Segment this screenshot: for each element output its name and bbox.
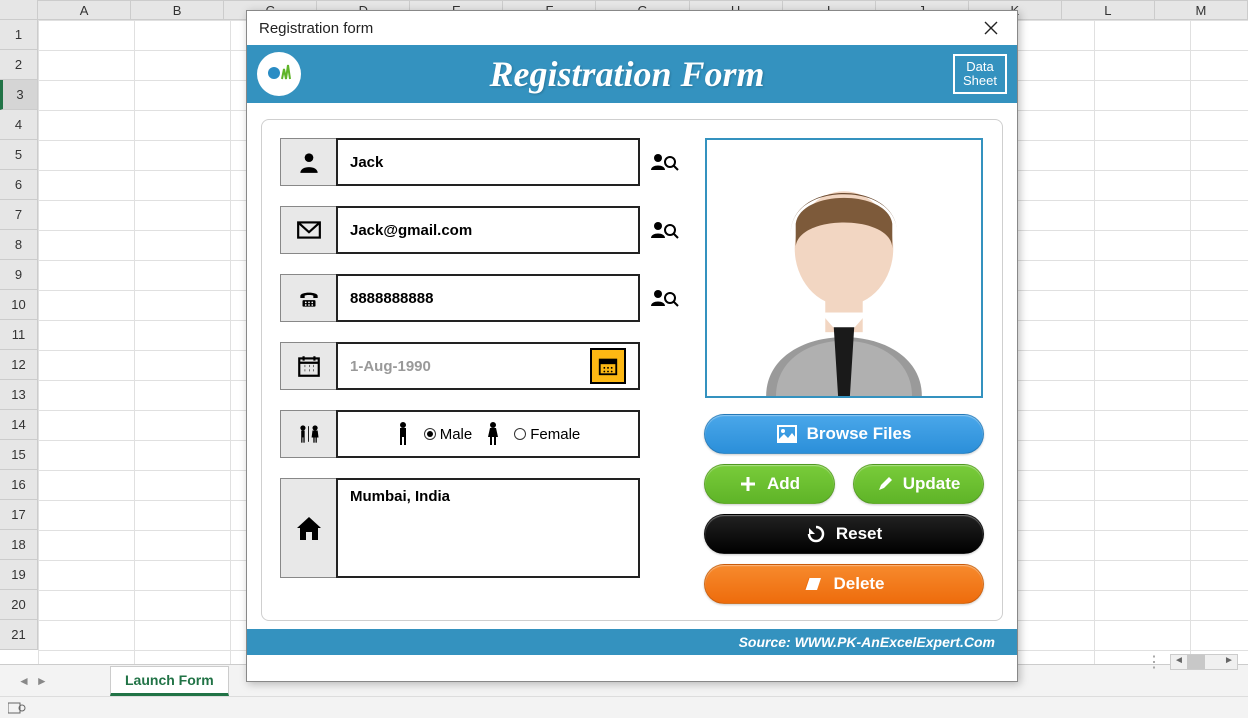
image-icon [777, 425, 797, 443]
row-header[interactable]: 4 [0, 110, 37, 140]
address-row: Mumbai, India [280, 478, 640, 578]
column-header[interactable]: L [1062, 1, 1155, 19]
sheet-tab-launch-form[interactable]: Launch Form [110, 666, 229, 696]
lookup-phone-button[interactable] [648, 282, 680, 314]
phone-row: 8888888888 [280, 274, 640, 322]
female-figure-icon [486, 421, 500, 447]
close-icon [984, 21, 998, 35]
browse-files-button[interactable]: Browse Files [704, 414, 984, 454]
dialog-footer: Source: WWW.PK-AnExcelExpert.Com [247, 629, 1017, 655]
gender-box: Male Female [336, 410, 640, 458]
mail-icon [280, 206, 336, 254]
gender-row: Male Female [280, 410, 640, 458]
row-header[interactable]: 12 [0, 350, 37, 380]
update-button[interactable]: Update [853, 464, 984, 504]
row-header[interactable]: 6 [0, 170, 37, 200]
row-header[interactable]: 11 [0, 320, 37, 350]
dob-placeholder: 1-Aug-1990 [350, 358, 431, 375]
column-header[interactable]: B [131, 1, 224, 19]
female-radio[interactable]: Female [514, 426, 580, 443]
email-input[interactable]: Jack@gmail.com [336, 206, 640, 254]
row-header[interactable]: 14 [0, 410, 37, 440]
record-macro-icon[interactable] [8, 701, 26, 715]
row-header[interactable]: 9 [0, 260, 37, 290]
column-header[interactable]: M [1155, 1, 1248, 19]
home-icon [280, 478, 336, 578]
banner-title: Registration Form [301, 53, 953, 95]
dob-row: 1-Aug-1990 [280, 342, 640, 390]
lookup-email-button[interactable] [648, 214, 680, 246]
add-button[interactable]: Add [704, 464, 835, 504]
photo-frame [705, 138, 983, 398]
status-bar [0, 696, 1248, 718]
banner: Registration Form DataSheet [247, 45, 1017, 103]
sheet-options-icon[interactable]: ⋮ [1146, 652, 1164, 672]
email-row: Jack@gmail.com [280, 206, 640, 254]
row-header[interactable]: 20 [0, 590, 37, 620]
row-header[interactable]: 13 [0, 380, 37, 410]
delete-button[interactable]: Delete [704, 564, 984, 604]
gender-icon [280, 410, 336, 458]
eraser-icon [803, 576, 823, 592]
male-figure-icon [396, 421, 410, 447]
dob-input[interactable]: 1-Aug-1990 [336, 342, 640, 390]
data-sheet-button[interactable]: DataSheet [953, 54, 1007, 95]
row-header[interactable]: 15 [0, 440, 37, 470]
row-header[interactable]: 19 [0, 560, 37, 590]
form-panel: Jack Jack@gmail.com [261, 119, 1003, 621]
row-header[interactable]: 21 [0, 620, 37, 650]
phone-icon [280, 274, 336, 322]
male-radio[interactable]: Male [424, 426, 473, 443]
sheet-nav[interactable]: ◄► [0, 674, 110, 688]
registration-dialog: Registration form Registration Form Data… [246, 10, 1018, 682]
row-header[interactable]: 8 [0, 230, 37, 260]
row-header[interactable]: 3 [0, 80, 37, 110]
logo-icon [257, 52, 301, 96]
photo-placeholder [707, 140, 981, 396]
name-row: Jack [280, 138, 640, 186]
row-header[interactable]: 16 [0, 470, 37, 500]
row-header[interactable]: 18 [0, 530, 37, 560]
row-header[interactable]: 2 [0, 50, 37, 80]
dialog-titlebar[interactable]: Registration form [247, 11, 1017, 45]
phone-input[interactable]: 8888888888 [336, 274, 640, 322]
lookup-name-button[interactable] [648, 146, 680, 178]
close-button[interactable] [971, 13, 1011, 43]
row-header[interactable]: 1 [0, 20, 37, 50]
plus-icon [739, 475, 757, 493]
date-picker-icon [597, 355, 619, 377]
row-header[interactable]: 17 [0, 500, 37, 530]
pencil-icon [877, 476, 893, 492]
person-icon [280, 138, 336, 186]
calendar-icon [280, 342, 336, 390]
select-all-corner[interactable] [0, 0, 38, 20]
row-header[interactable]: 7 [0, 200, 37, 230]
row-header[interactable]: 5 [0, 140, 37, 170]
reset-icon [806, 524, 826, 544]
date-picker-button[interactable] [590, 348, 626, 384]
dialog-title: Registration form [259, 20, 373, 37]
row-headers: 123456789101112131415161718192021 [0, 20, 38, 650]
address-input[interactable]: Mumbai, India [336, 478, 640, 578]
name-input[interactable]: Jack [336, 138, 640, 186]
column-header[interactable]: A [38, 1, 131, 19]
row-header[interactable]: 10 [0, 290, 37, 320]
horizontal-scrollbar[interactable]: ◄► [1170, 654, 1238, 670]
reset-button[interactable]: Reset [704, 514, 984, 554]
